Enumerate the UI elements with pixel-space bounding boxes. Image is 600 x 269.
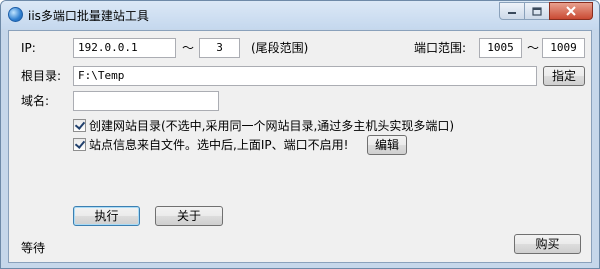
maximize-button[interactable] [524,2,550,20]
from-file-label: 站点信息来自文件。选中后,上面IP、端口不启用! [89,138,349,152]
maximize-icon [532,6,542,16]
minimize-icon [508,12,516,14]
ip-start-input[interactable]: 192.0.0.1 [73,38,176,58]
port-end-input[interactable]: 1009 [542,38,585,58]
ip-range-hint: (尾段范围) [251,41,309,55]
minimize-button[interactable] [499,2,525,20]
domain-label: 域名: [21,94,50,108]
port-start-input[interactable]: 1005 [479,38,522,58]
app-window: iis多端口批量建站工具 IP: 192.0.0.1 ～ 3 (尾段范围) 端口… [0,0,600,269]
title-bar[interactable]: iis多端口批量建站工具 [1,1,599,29]
ip-range-tilde: ～ [182,41,195,55]
status-text: 等待 [21,241,46,255]
run-button[interactable]: 执行 [73,206,140,226]
root-dir-label: 根目录: [21,69,62,83]
port-range-label: 端口范围: [414,41,467,55]
caption-buttons [499,2,593,20]
from-file-checkbox[interactable] [73,138,86,151]
ip-end-input[interactable]: 3 [199,38,240,58]
create-dir-checkbox[interactable] [73,119,86,132]
ip-label: IP: [21,41,36,55]
window-title: iis多端口批量建站工具 [28,9,149,23]
port-range-tilde: ～ [527,41,540,55]
choose-root-button[interactable]: 指定 [543,66,585,86]
domain-input[interactable] [73,91,219,111]
root-dir-input[interactable]: F:\Temp [73,66,537,86]
close-icon [566,6,576,16]
client-area: IP: 192.0.0.1 ～ 3 (尾段范围) 端口范围: 1005 ～ 10… [8,30,592,263]
edit-file-button[interactable]: 编辑 [367,135,407,155]
close-button[interactable] [549,2,593,20]
buy-button[interactable]: 购买 [514,234,581,254]
about-button[interactable]: 关于 [155,206,223,226]
create-dir-label: 创建网站目录(不选中,采用同一个网站目录,通过多主机头实现多端口) [89,119,454,133]
app-globe-icon [8,7,23,22]
